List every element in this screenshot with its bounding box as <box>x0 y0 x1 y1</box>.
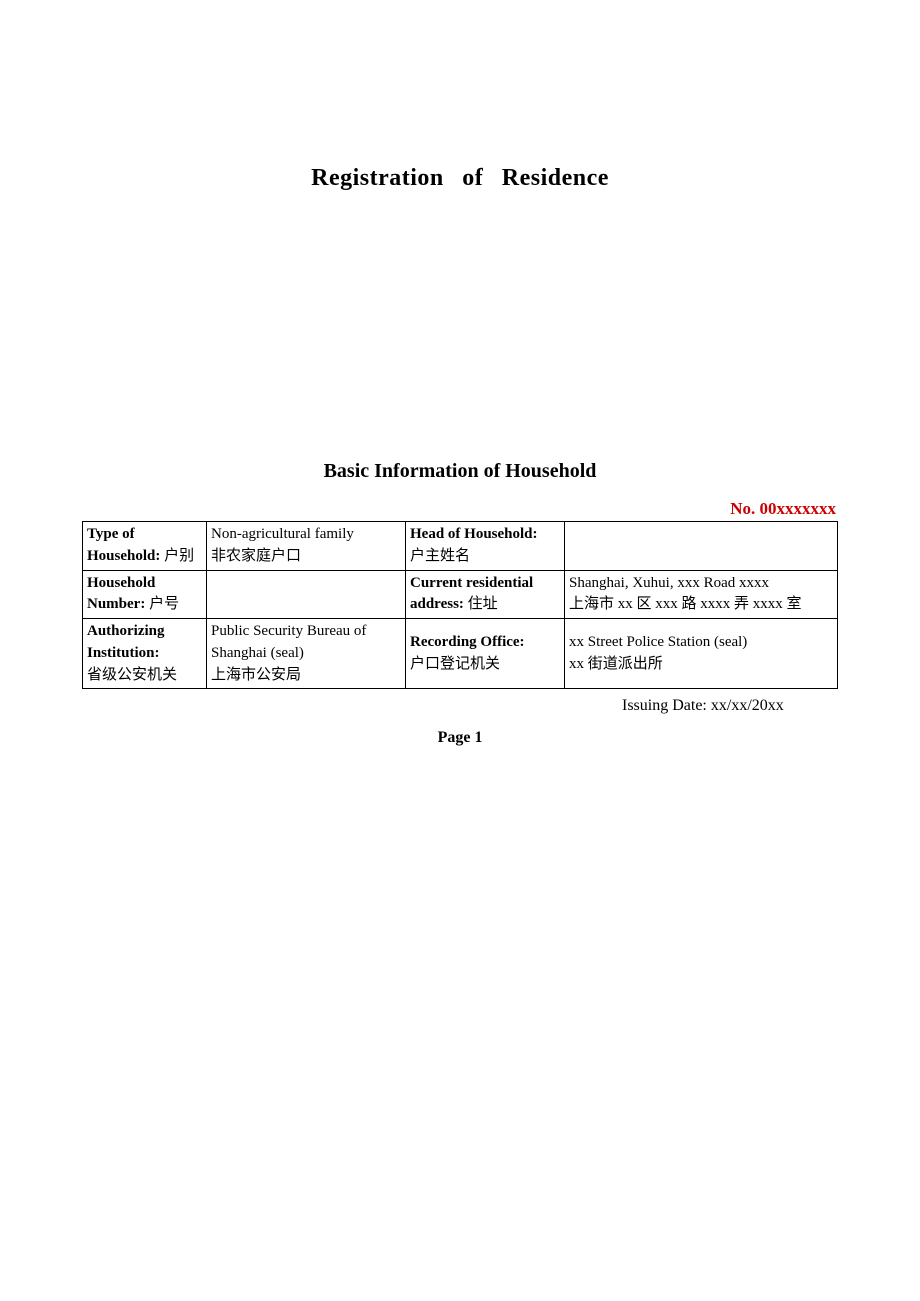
issuing-date-label: Issuing Date: <box>622 697 707 714</box>
document-page: Registration of Residence Basic Informat… <box>0 0 920 1301</box>
doc-number-value: 00xxxxxxx <box>760 499 837 518</box>
doc-number-label: No. <box>730 499 755 518</box>
section-subtitle: Basic Information of Household <box>82 460 838 483</box>
recording-office-label: Recording Office: 户口登记机关 <box>406 619 565 689</box>
authorizing-institution-label: Authorizing Institution: 省级公安机关 <box>83 619 207 689</box>
household-info-table: Type of Household: 户别 Non-agricultural f… <box>82 521 838 689</box>
main-title: Registration of Residence <box>82 0 838 192</box>
residential-address-value: Shanghai, Xuhui, xxx Road xxxx 上海市 xx 区 … <box>565 570 838 619</box>
head-of-household-label: Head of Household: 户主姓名 <box>406 522 565 571</box>
issuing-date: Issuing Date: xx/xx/20xx <box>622 697 838 715</box>
type-of-household-value: Non-agricultural family 非农家庭户口 <box>207 522 406 571</box>
household-number-value <box>207 570 406 619</box>
table-row: Household Number: 户号 Current residential… <box>83 570 838 619</box>
table-row: Authorizing Institution: 省级公安机关 Public S… <box>83 619 838 689</box>
authorizing-institution-value: Public Security Bureau of Shanghai (seal… <box>207 619 406 689</box>
household-number-label: Household Number: 户号 <box>83 570 207 619</box>
document-number: No. 00xxxxxxx <box>82 499 838 519</box>
type-of-household-label: Type of Household: 户别 <box>83 522 207 571</box>
head-of-household-value <box>565 522 838 571</box>
table-row: Type of Household: 户别 Non-agricultural f… <box>83 522 838 571</box>
recording-office-value: xx Street Police Station (seal) xx 街道派出所 <box>565 619 838 689</box>
page-number: Page 1 <box>82 729 838 747</box>
residential-address-label: Current residential address: 住址 <box>406 570 565 619</box>
issuing-date-value: xx/xx/20xx <box>711 697 784 714</box>
